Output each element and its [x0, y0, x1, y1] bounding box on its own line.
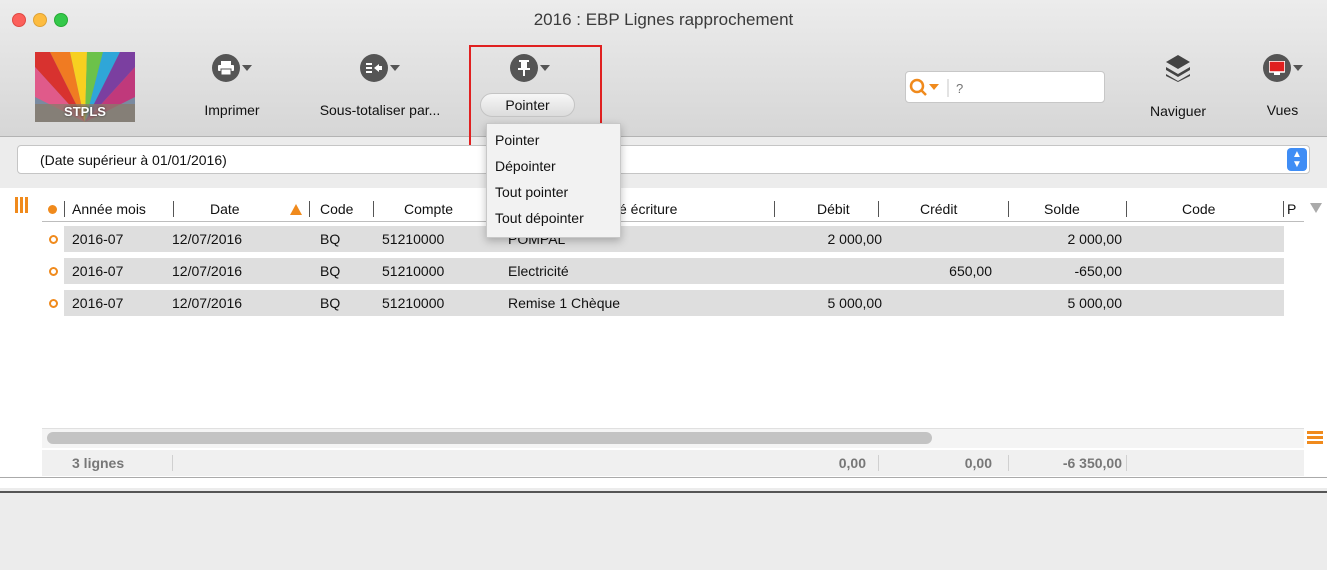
- cell-debit: 2 000,00: [827, 231, 883, 247]
- divider: [0, 477, 1327, 478]
- sort-ascending-icon[interactable]: [290, 204, 302, 215]
- filter-select[interactable]: (Date supérieur à 01/01/2016) ▲ ▼: [17, 145, 1310, 174]
- unchecked-status-icon[interactable]: [49, 299, 58, 308]
- column-header-code-2[interactable]: Code: [1182, 196, 1242, 221]
- cell-date: 12/07/2016: [172, 263, 243, 279]
- menu-item-depointer[interactable]: Dépointer: [487, 153, 620, 179]
- cell-balance: 5 000,00: [1067, 295, 1123, 311]
- column-header-entry-label[interactable]: é écriture: [619, 196, 749, 221]
- table-row[interactable]: 2016-07 12/07/2016 BQ 51210000 POMPAL 2 …: [42, 224, 1304, 254]
- unchecked-status-icon[interactable]: [49, 267, 58, 276]
- pointer-menu: Pointer Dépointer Tout pointer Tout dépo…: [486, 123, 621, 238]
- records-table: Année mois Date Code Compte é écriture D…: [42, 188, 1304, 428]
- status-dot-icon: [48, 205, 57, 214]
- cell-account: 51210000: [382, 231, 445, 247]
- views-label: Vues: [1266, 102, 1299, 118]
- views-button[interactable]: Vues: [1250, 52, 1315, 118]
- unchecked-status-icon[interactable]: [49, 235, 58, 244]
- search-icon[interactable]: [909, 78, 951, 98]
- navigate-button[interactable]: Naviguer: [1143, 52, 1213, 119]
- cell-balance: 2 000,00: [1067, 231, 1123, 247]
- subtotal-button[interactable]: Sous-totaliser par...: [305, 52, 455, 118]
- filter-stepper-icon[interactable]: ▲ ▼: [1287, 148, 1307, 171]
- detail-pane: [0, 493, 1327, 570]
- cell-balance: -650,00: [1074, 263, 1122, 279]
- subtotal-icon: [360, 52, 400, 84]
- table-row[interactable]: 2016-07 12/07/2016 BQ 51210000 Remise 1 …: [42, 288, 1304, 318]
- print-button[interactable]: Imprimer: [192, 52, 272, 118]
- cell-date: 12/07/2016: [172, 231, 243, 247]
- status-column-header[interactable]: [48, 196, 62, 221]
- stpls-logo: STPLS: [35, 52, 135, 122]
- layers-icon: [1165, 52, 1191, 84]
- cell-code: BQ: [320, 263, 341, 279]
- menu-item-pointer[interactable]: Pointer: [487, 127, 620, 153]
- app-window: 2016 : EBP Lignes rapprochement STPLS Im…: [0, 0, 1327, 570]
- cell-account: 51210000: [382, 295, 445, 311]
- table-area: Année mois Date Code Compte é écriture D…: [0, 188, 1327, 488]
- column-header-code[interactable]: Code: [320, 196, 370, 221]
- cell-year-month: 2016-07: [72, 295, 124, 311]
- column-header-year-month[interactable]: Année mois: [72, 196, 172, 221]
- column-header-p[interactable]: P: [1287, 196, 1302, 221]
- monitor-icon: [1262, 52, 1303, 84]
- cell-entry-label: Remise 1 Chèque: [508, 295, 621, 311]
- printer-icon: [212, 52, 252, 84]
- menu-item-tout-pointer[interactable]: Tout pointer: [487, 179, 620, 205]
- cell-debit: [782, 256, 882, 286]
- cell-date: 12/07/2016: [172, 295, 243, 311]
- cell-account: 51210000: [382, 263, 445, 279]
- search-input[interactable]: [956, 76, 1101, 100]
- cell-code-2: [1137, 224, 1277, 254]
- search-box[interactable]: [905, 71, 1105, 103]
- filter-text: (Date supérieur à 01/01/2016): [40, 152, 227, 168]
- cell-code-2: [1137, 288, 1277, 318]
- total-balance: -6 350,00: [1062, 455, 1122, 471]
- subtotal-label: Sous-totaliser par...: [319, 102, 441, 118]
- menu-item-tout-depointer[interactable]: Tout dépointer: [487, 205, 620, 231]
- cell-debit: 5 000,00: [827, 295, 883, 311]
- cell-code-2: [1137, 256, 1277, 286]
- print-label: Imprimer: [204, 102, 260, 118]
- totals-row: 3 lignes 0,00 0,00 -6 350,00: [42, 450, 1304, 476]
- horizontal-scroll-thumb[interactable]: [47, 432, 932, 444]
- cell-code: BQ: [320, 231, 341, 247]
- navigate-label: Naviguer: [1149, 103, 1207, 119]
- table-row[interactable]: 2016-07 12/07/2016 BQ 51210000 Electrici…: [42, 256, 1304, 286]
- cell-entry-label: Electricité: [508, 263, 569, 279]
- cell-credit: [892, 224, 992, 254]
- column-header-debit[interactable]: Débit: [817, 196, 887, 221]
- cell-year-month: 2016-07: [72, 263, 124, 279]
- cell-year-month: 2016-07: [72, 231, 124, 247]
- row-count: 3 lignes: [72, 455, 125, 471]
- table-header: Année mois Date Code Compte é écriture D…: [42, 196, 1304, 222]
- logo-text: STPLS: [64, 104, 106, 119]
- column-header-credit[interactable]: Crédit: [920, 196, 990, 221]
- cell-credit: [892, 288, 992, 318]
- toolbar: 2016 : EBP Lignes rapprochement STPLS Im…: [0, 0, 1327, 151]
- columns-handle-icon[interactable]: [15, 197, 29, 213]
- window-title: 2016 : EBP Lignes rapprochement: [533, 10, 794, 29]
- column-header-account[interactable]: Compte: [404, 196, 484, 221]
- total-credit: 0,00: [964, 455, 992, 471]
- total-debit: 0,00: [838, 455, 866, 471]
- totals-menu-icon[interactable]: [1307, 431, 1323, 444]
- column-header-balance[interactable]: Solde: [1044, 196, 1114, 221]
- column-header-date[interactable]: Date: [210, 196, 270, 221]
- column-menu-chevron-icon[interactable]: [1310, 203, 1322, 213]
- cell-credit: 650,00: [949, 263, 992, 279]
- cell-code: BQ: [320, 295, 341, 311]
